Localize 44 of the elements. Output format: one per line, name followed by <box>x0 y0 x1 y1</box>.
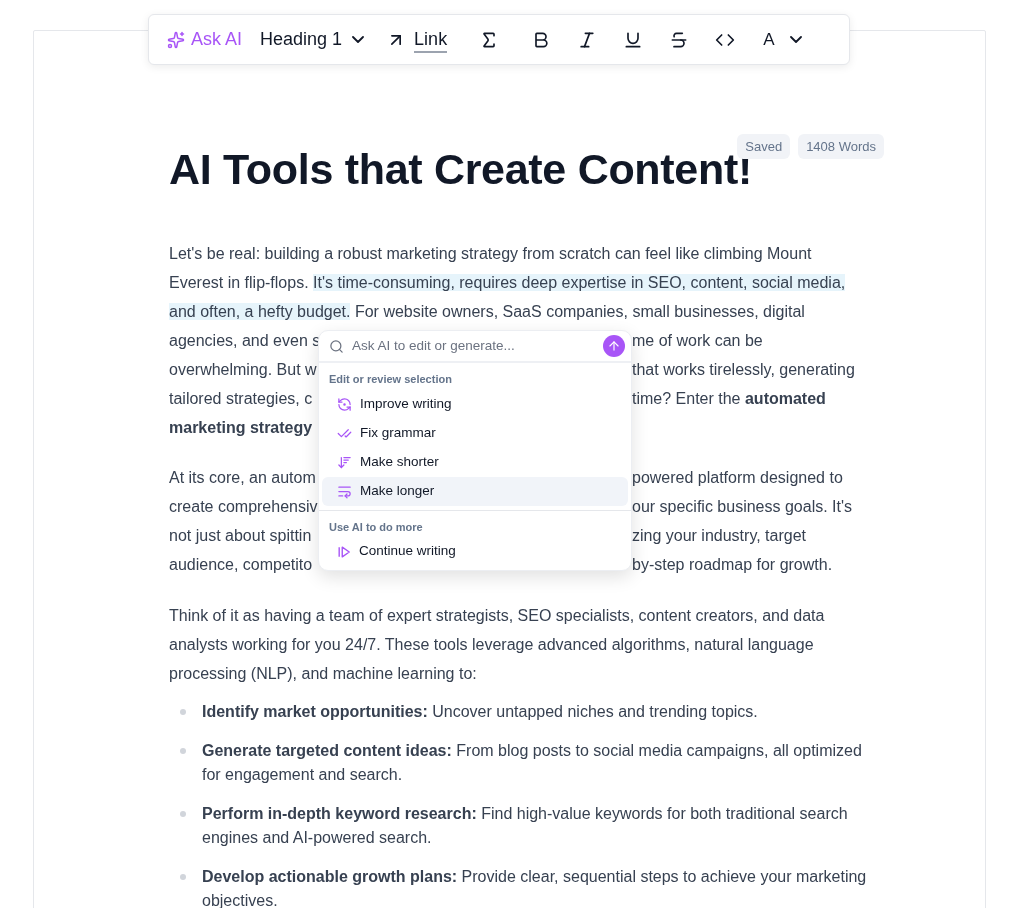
paragraph-line: time? Enter the automated <box>632 389 826 409</box>
menu-item[interactable]: Continue writing <box>322 537 628 566</box>
paragraph-line: overwhelming. But w <box>169 361 317 378</box>
paragraph-line: and often, a hefty budget. For website owners, SaaS companies, small businesses, digital <box>169 302 805 322</box>
paragraph-line: zing your industry, target <box>632 526 806 546</box>
paragraph-line: that works tirelessly, generating <box>632 360 855 380</box>
heading-dropdown[interactable]: Heading 1 <box>260 26 365 53</box>
menu-item[interactable]: Fix grammar <box>322 418 628 448</box>
paragraph-line: me of work can be <box>632 331 763 351</box>
search-icon <box>329 338 344 354</box>
paragraph-line: tailored strategies, c <box>169 390 313 407</box>
chevron-down-icon <box>352 36 365 43</box>
sparkles-icon <box>167 30 185 49</box>
submit-button[interactable] <box>603 335 625 357</box>
paragraph-line: by-step roadmap for growth. <box>632 555 833 575</box>
section-heading: Edit or review selection <box>328 372 453 387</box>
paragraph-line: Everest in flip-flops. It's time-consuming, requires deep expertise in SEO, content, social media, <box>169 273 846 293</box>
paragraph-line: powered platform designed to <box>632 468 843 488</box>
paragraph-line: At its core, an autom <box>169 469 316 486</box>
menu-item[interactable]: Improve writing <box>322 389 628 419</box>
paragraph-line: our specific business goals. It's <box>632 497 853 517</box>
bullet-text: Perform in-depth keyword research: Find high-value keywords for both traditional search engines and AI-powered search. <box>202 804 849 848</box>
bullet-text: Identify market opportunities: Uncover untapped niches and trending topics. <box>202 702 758 722</box>
paragraph-line: create comprehensiv <box>169 498 318 515</box>
status-badge: Saved <box>737 134 791 159</box>
link-button[interactable]: Link <box>386 26 448 53</box>
wrap-text-icon <box>337 483 352 499</box>
paragraph-line: Let's be real: building a robust marketing strategy from scratch can feel like climbing Mount <box>169 244 812 264</box>
text-color-dropdown[interactable]: A <box>763 26 803 53</box>
ai-prompt-field[interactable]: Ask AI to edit or generate... <box>352 335 597 357</box>
paragraph-line: audience, competito <box>169 556 313 573</box>
play-icon <box>337 544 351 559</box>
status-badge: 1408 Words <box>798 134 884 159</box>
bullet-text: Generate targeted content ideas: From blog posts to social media campaigns, all optimized for engagement and search. <box>202 741 863 785</box>
ask-ai-button[interactable]: Ask AI <box>163 26 247 53</box>
sort-down-icon <box>337 454 352 470</box>
paragraph-line: not just about spittin <box>169 527 312 544</box>
refresh-icon <box>337 396 352 412</box>
chevron-down-icon <box>790 36 803 43</box>
paragraph-line: marketing strategy <box>169 419 313 436</box>
menu-item[interactable]: Make longer <box>322 476 628 506</box>
paragraph: Think of it as having a team of expert strategists, SEO specialists, content creators, and data analysts working for you 24/7. These tools leverage advanced algorithms, natural language processing (NLP), and machine learning to: <box>169 606 826 684</box>
section-heading: Use AI to do more <box>328 519 424 535</box>
menu-item[interactable]: Make shorter <box>322 447 628 477</box>
